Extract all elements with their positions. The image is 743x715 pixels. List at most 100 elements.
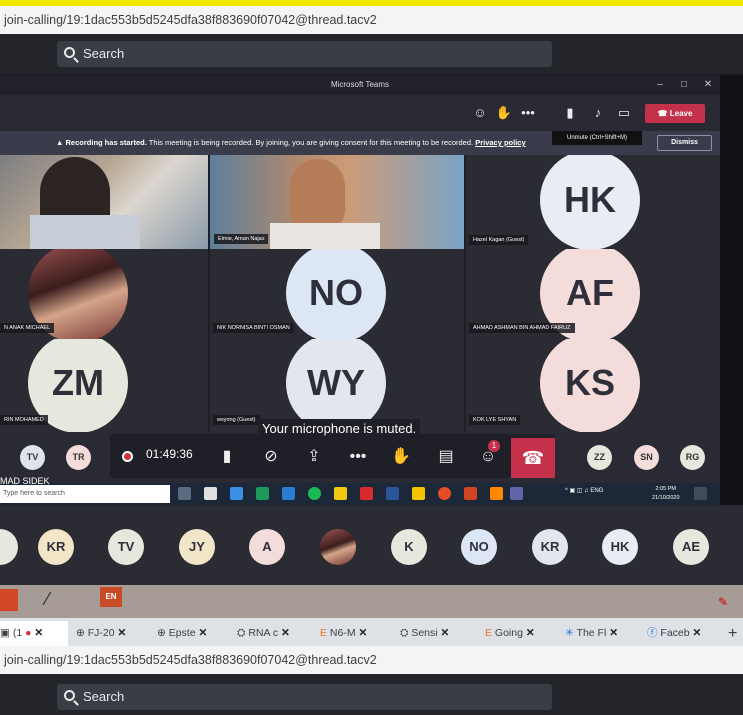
task-view-icon[interactable] [178,487,191,500]
share-screen-icon[interactable]: ▭ [614,103,634,123]
close-icon[interactable]: ✕ [199,627,208,639]
spotify-icon[interactable] [308,487,321,500]
camera-off-icon[interactable]: ▮ [560,103,580,123]
clock[interactable]: 2:05 PM 21/10/2020 [652,485,680,503]
video-tile[interactable]: N ANAK MICHAEL [0,249,208,339]
participant-avatar[interactable]: SN [634,445,659,470]
chat-icon[interactable]: ▤ [435,446,457,468]
close-icon[interactable]: ✕ [34,627,43,639]
close-icon[interactable]: ✕ [696,75,720,95]
teams-icon[interactable] [510,487,523,500]
minimize-icon[interactable]: – [648,75,672,95]
new-tab-button[interactable]: + [728,621,743,646]
teams-icon: ▣ [0,627,13,639]
vlc-icon[interactable] [490,487,503,500]
windows-search-input[interactable]: Type here to search [0,485,170,503]
word-doc-desktop-icon[interactable]: EN [100,587,122,607]
maximize-icon[interactable]: □ [672,75,696,95]
call-control-bar: 01:49:36 ▮ ⊘ ⇪ ••• ✋ ▤ ☺ 1 ☎ [110,434,555,478]
privacy-policy-link[interactable]: Privacy policy [475,138,525,147]
settings-icon[interactable] [282,487,295,500]
tab-n6m[interactable]: E N6-M ✕ [320,621,390,646]
search-icon [64,690,75,701]
participant-avatar[interactable]: KR [38,529,74,565]
search-placeholder: Search [83,689,125,704]
participant-avatar[interactable] [0,529,18,565]
chrome-icon[interactable] [438,487,451,500]
notifications-icon[interactable] [694,487,707,500]
camera-off-icon[interactable]: ▮ [216,446,238,468]
tab-fj20[interactable]: ⊕ FJ-20 ✕ [76,621,142,646]
participant-avatar[interactable]: K [391,529,427,565]
language-indicator[interactable]: ENG [590,488,603,494]
word-icon[interactable] [386,487,399,500]
video-tile[interactable] [0,155,208,249]
participant-avatar[interactable]: TV [108,529,144,565]
participant-avatar[interactable]: KR [532,529,568,565]
elsevier-icon: E [320,627,330,639]
leave-button[interactable]: ☎ Leave [645,104,705,123]
hang-up-button[interactable]: ☎ [511,438,555,478]
tab-sensi[interactable]: ⛭ Sensi ✕ [400,621,476,646]
address-bar-bottom[interactable]: join-calling/19:1dac553b5d5245dfa38f8836… [0,646,743,674]
close-icon[interactable]: ✕ [441,627,450,639]
tab-rna[interactable]: ⛭ RNA c ✕ [237,621,311,646]
store-icon[interactable] [204,487,217,500]
more-actions-icon[interactable]: ••• [518,103,538,123]
close-icon[interactable]: ✕ [609,627,618,639]
tray-app-icon[interactable]: ✎ [718,595,736,611]
participant-avatar[interactable]: RG [680,445,705,470]
close-icon[interactable]: ✕ [117,627,126,639]
notification-badge: 1 [488,440,500,452]
phone-icon: ☎ [657,109,670,118]
search-input-bottom[interactable]: Search [57,684,552,710]
participant-avatar[interactable]: JY [179,529,215,565]
dropbox-icon[interactable] [230,487,243,500]
participant-name: Elmie, Aman Najas [214,234,269,244]
powerpoint-icon[interactable] [464,487,477,500]
dismiss-button[interactable]: Dismiss [657,135,712,151]
search-input[interactable]: Search [57,41,552,67]
participant-avatar[interactable]: NO [461,529,497,565]
tab-epstein[interactable]: ⊕ Epste ✕ [157,621,225,646]
close-icon[interactable]: ✕ [526,627,535,639]
video-tile[interactable]: AF AHMAD ASHMAN BIN AHMAD FAIRUZ [466,249,720,339]
participant-avatar[interactable]: ZZ [587,445,612,470]
participant-avatar[interactable]: TV [20,445,45,470]
participant-avatar[interactable]: TR [66,445,91,470]
share-tray-icon[interactable]: ⇪ [303,446,325,468]
acrobat-desktop-icon[interactable]: ⁄ [46,589,68,613]
close-icon[interactable]: ✕ [359,627,368,639]
file-explorer-icon[interactable] [412,487,425,500]
participant-avatar[interactable]: A [249,529,285,565]
desktop-area: ⁄ EN ✎ [0,585,743,618]
address-bar[interactable]: join-calling/19:1dac553b5d5245dfa38f8836… [0,6,743,34]
participants-icon[interactable]: ☺ [470,103,490,123]
sticky-notes-icon[interactable] [334,487,347,500]
recording-title: Recording has started. [65,138,147,147]
teams-search-bar-container: Search [0,34,743,74]
participant-avatar[interactable]: HK [602,529,638,565]
meeting-toolbar: ☺ ✋ ••• ▮ ♪ ▭ ☎ Leave [0,95,720,131]
acrobat-icon[interactable] [360,487,373,500]
close-icon[interactable]: ✕ [281,627,290,639]
tab-facebook[interactable]: ⓕ Faceb ✕ [647,621,721,646]
video-tile[interactable]: ZM RIN MOHAMED [0,339,208,432]
excel-icon[interactable] [256,487,269,500]
video-tile[interactable]: NO NIK NORNISA BINTI OSMAN [210,249,464,339]
raise-hand-icon[interactable]: ✋ [390,446,412,468]
raise-hand-icon[interactable]: ✋ [494,103,514,123]
video-tile[interactable]: Elmie, Aman Najas [210,155,464,249]
tab-teams[interactable]: ▣ (1 ● ✕ [0,621,68,646]
tab-the-fl[interactable]: ✳ The Fl ✕ [565,621,639,646]
mic-off-icon[interactable]: ⊘ [260,446,282,468]
mic-off-icon[interactable]: ♪ [588,103,608,123]
more-actions-icon[interactable]: ••• [347,446,369,468]
video-tile[interactable]: HK Hazel Kagan (Guest) [466,155,720,249]
powerpoint-desktop-icon[interactable] [0,589,18,611]
participant-avatar[interactable]: AE [673,529,709,565]
participant-avatar[interactable] [320,529,356,565]
video-tile[interactable]: KS KOK LYE SHYAN [466,339,720,432]
close-icon[interactable]: ✕ [693,627,702,639]
tab-going[interactable]: E Going ✕ [485,621,555,646]
